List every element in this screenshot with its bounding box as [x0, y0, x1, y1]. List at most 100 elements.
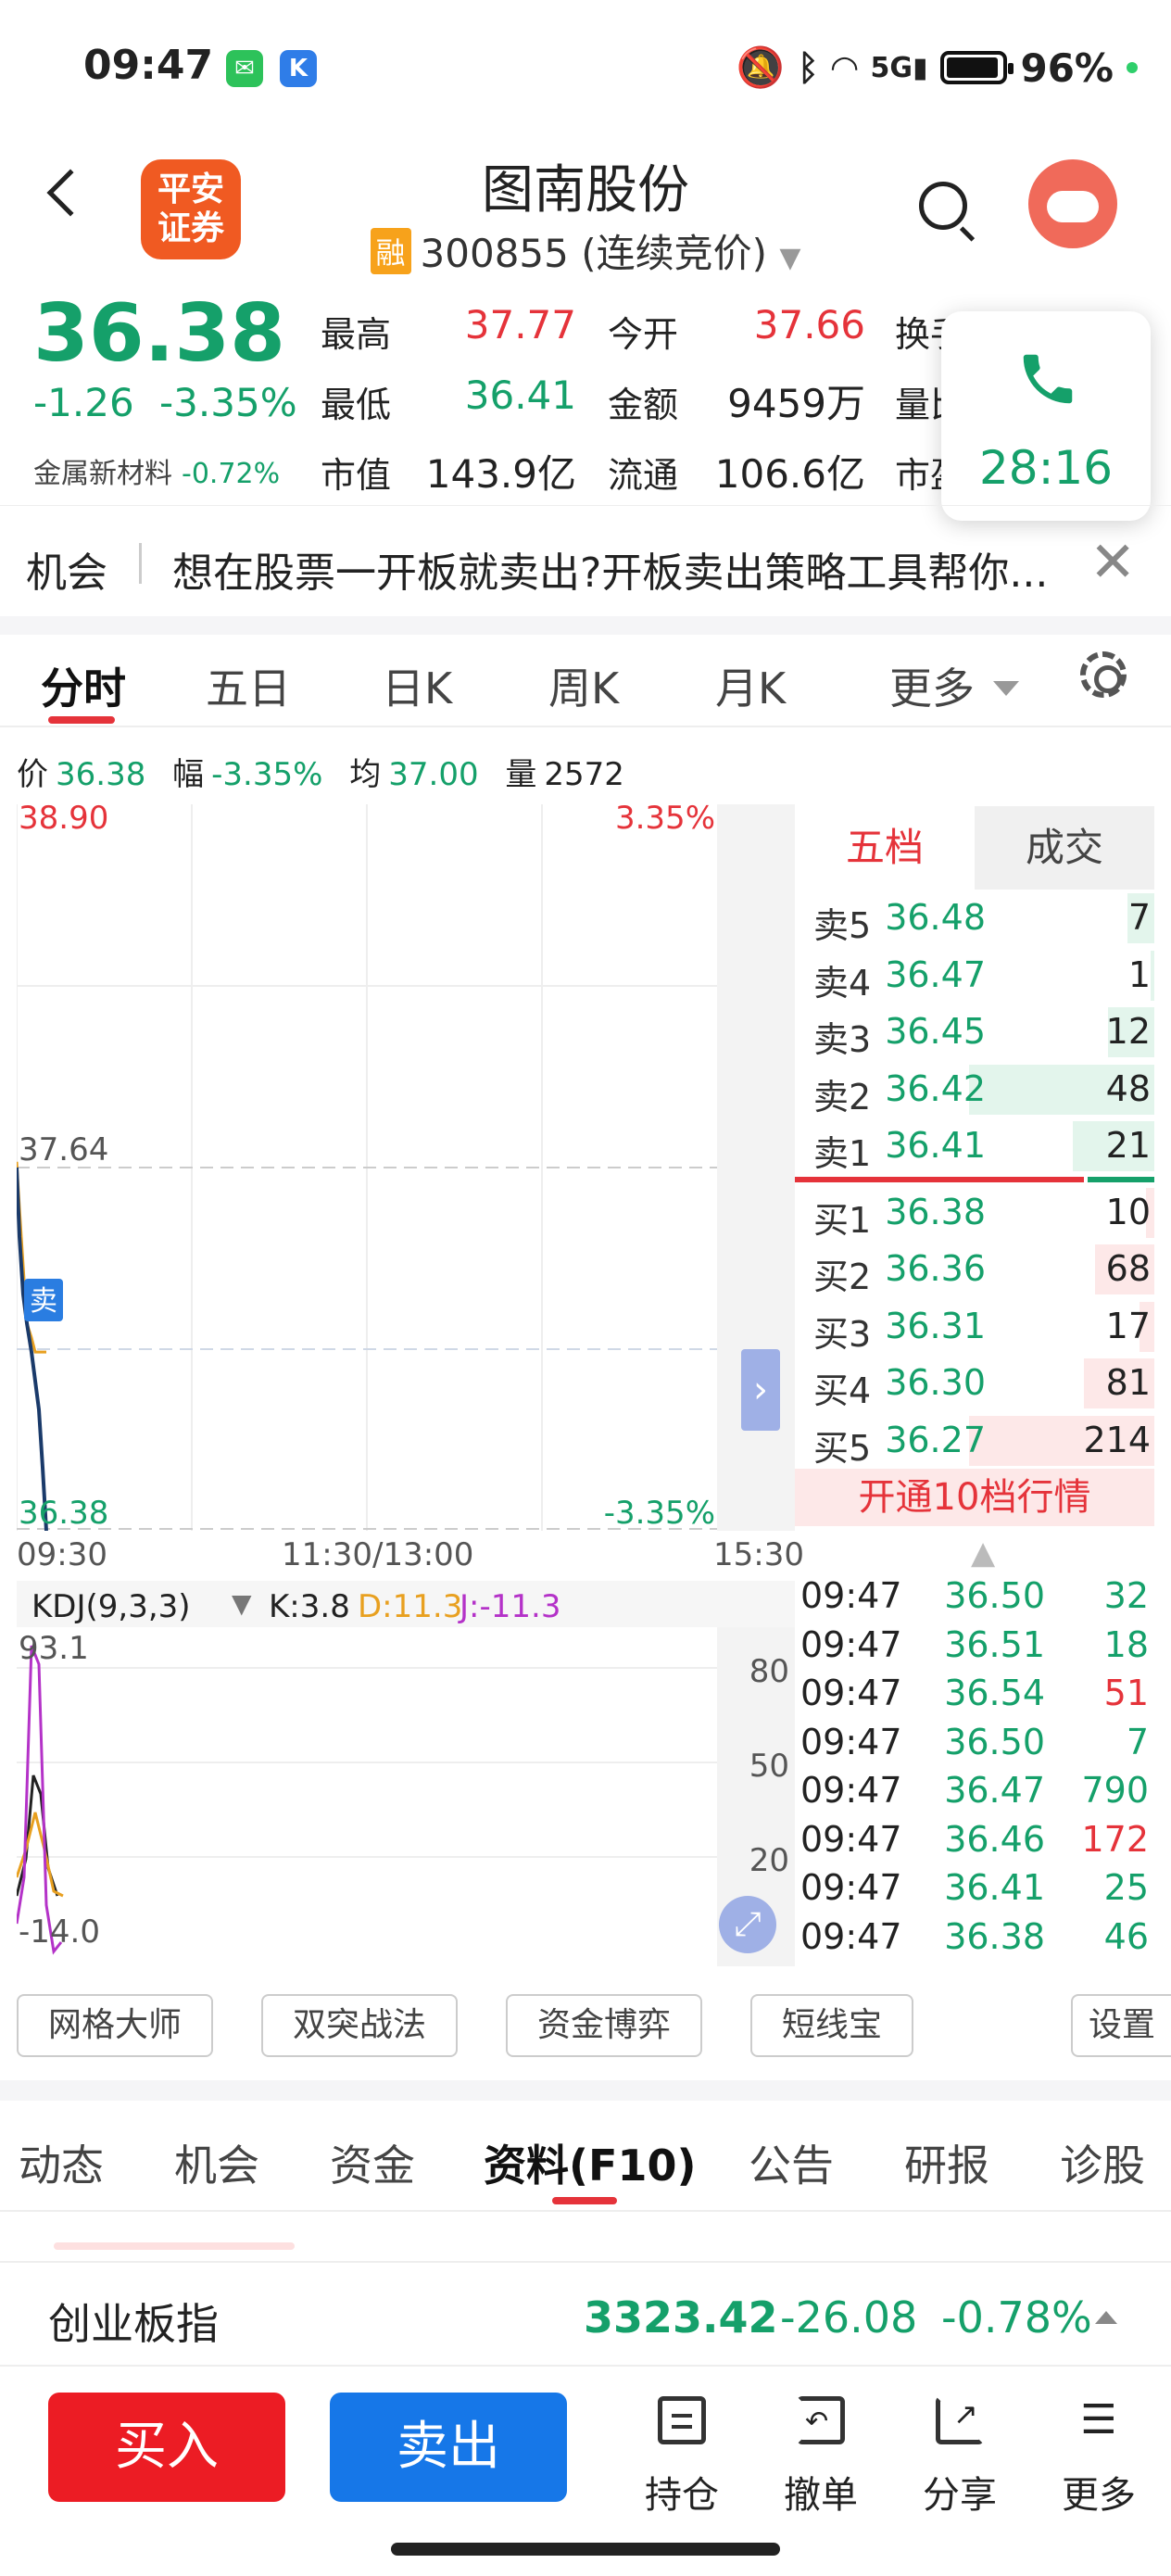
sector-name: 金属新材料 [33, 458, 172, 490]
level-label: 买3 [813, 1313, 872, 1355]
grid-master-button[interactable]: 网格大师 [17, 1994, 213, 2057]
tab-f10[interactable]: 资料(F10) [484, 2132, 696, 2193]
settings-button[interactable]: 设置 [1071, 1994, 1171, 2057]
stock-code-line[interactable]: 融 300855 (连续竞价) ▼ [0, 222, 1171, 279]
chevron-right-icon[interactable]: › [741, 1349, 780, 1431]
bid-level-row[interactable]: 买1 36.38 10 [795, 1184, 1154, 1242]
section-gap [0, 616, 1171, 635]
double-break-button[interactable]: 双突战法 [261, 1994, 458, 2057]
banner-divider [139, 543, 142, 584]
cancel-order-button[interactable]: ↶ 撤单 [765, 2396, 876, 2519]
y-top-label: 38.90 [19, 804, 108, 837]
trade-price: 36.51 [944, 1623, 1045, 1665]
level-price: 36.42 [885, 1067, 986, 1109]
tab-more-label: 更多 [889, 663, 975, 713]
kdj-header[interactable]: KDJ(9,3,3) ▼ K:3.8 D:11.3 J:-11.3 [17, 1581, 795, 1627]
trade-volume: 172 [1081, 1818, 1149, 1860]
level-volume: 17 [1105, 1305, 1151, 1346]
intraday-chart[interactable]: 38.90 3.35% 37.64 36.38 -3.35% 卖 [17, 804, 717, 1531]
book-divider [795, 1175, 1154, 1184]
intraday-info: 价 36.38 幅 -3.35% 均 37.00 量 2572 [17, 749, 641, 794]
tab-capital[interactable]: 资金 [330, 2132, 415, 2193]
label-amount: 金额 [608, 385, 679, 425]
tab-trades[interactable]: 成交 [975, 806, 1154, 890]
margin-badge: 融 [370, 228, 411, 274]
tab-five-levels[interactable]: 五档 [795, 806, 975, 890]
price-value: 36.38 [56, 756, 146, 793]
scroll-up-icon[interactable]: ▲ [971, 1534, 995, 1572]
settings-gear-icon[interactable] [1080, 651, 1127, 698]
time-axis-start: 09:30 [17, 1536, 107, 1573]
opportunity-banner[interactable]: 机会 想在股票一开板就卖出?开板卖出策略工具帮你... ✕ [0, 505, 1171, 616]
stock-header: 平安 证券 图南股份 融 300855 (连续竞价) ▼ [0, 139, 1171, 287]
tab-intraday[interactable]: 分时 [41, 655, 126, 716]
trade-time: 09:47 [800, 1673, 902, 1713]
value-mcap: 143.9亿 [425, 451, 576, 497]
fullscreen-icon[interactable]: ⤢ [719, 1896, 776, 1953]
kdj-name[interactable]: KDJ(9,3,3) [31, 1588, 191, 1625]
search-icon[interactable] [919, 182, 967, 230]
ask-level-row[interactable]: 卖5 36.48 7 [795, 890, 1154, 947]
level-volume: 12 [1105, 1011, 1151, 1052]
bid-level-row[interactable]: 买5 36.27 214 [795, 1412, 1154, 1470]
tab-diagnosis[interactable]: 诊股 [1060, 2132, 1145, 2193]
ask-level-row[interactable]: 卖2 36.42 48 [795, 1061, 1154, 1118]
kdj-chart[interactable]: 93.1 -14.0 [17, 1627, 717, 1966]
tab-weekly-k[interactable]: 周K [548, 655, 619, 716]
sector-info[interactable]: 金属新材料 -0.72% [33, 450, 280, 491]
sell-button[interactable]: 卖出 [330, 2393, 567, 2502]
index-ticker[interactable]: 创业板指 3323.42 -26.08 -0.78% [0, 2261, 1171, 2367]
ask-level-row[interactable]: 卖1 36.41 21 [795, 1118, 1154, 1175]
level-label: 买2 [813, 1256, 872, 1297]
expand-up-icon[interactable] [1095, 2311, 1117, 2324]
network-type: 5G [870, 51, 913, 84]
trade-volume: 25 [1103, 1867, 1149, 1908]
buy-button[interactable]: 买入 [48, 2393, 285, 2502]
call-overlay[interactable]: 28:16 [941, 311, 1151, 521]
index-change-pct: -0.78% [941, 2292, 1092, 2342]
share-label: 分享 [923, 2474, 997, 2517]
share-button[interactable]: ↗ 分享 [904, 2396, 1015, 2519]
short-term-button[interactable]: 短线宝 [750, 1994, 913, 2057]
bid-level-row[interactable]: 买4 36.30 81 [795, 1355, 1154, 1412]
tab-monthly-k[interactable]: 月K [715, 655, 786, 716]
tab-more[interactable]: 更多 [889, 655, 1019, 716]
bid-level-row[interactable]: 买3 36.31 17 [795, 1298, 1154, 1356]
ask-level-row[interactable]: 卖3 36.45 12 [795, 1004, 1154, 1061]
kdj-k: K:3.8 [269, 1588, 350, 1625]
more-button[interactable]: ☰ 更多 [1043, 2396, 1154, 2519]
home-indicator[interactable] [391, 2543, 780, 2556]
caret-down-icon [993, 681, 1019, 696]
index-name: 创业板指 [48, 2299, 219, 2349]
avg-label: 均 [349, 756, 382, 793]
banner-message[interactable]: 想在股票一开板就卖出?开板卖出策略工具帮你... [172, 539, 1048, 599]
trade-volume: 790 [1081, 1770, 1149, 1811]
tab-news[interactable]: 动态 [19, 2132, 104, 2193]
time-axis-mid: 11:30/13:00 [282, 1536, 474, 1573]
ask-level-row[interactable]: 卖4 36.47 1 [795, 947, 1154, 1004]
kdj-level-20: 20 [749, 1842, 789, 1879]
trade-ticks: 09:47 36.50 32 09:47 36.51 18 09:47 36.54 51 09:4… [795, 1575, 1154, 1964]
kdj-bottom-label: -14.0 [19, 1913, 100, 1951]
tab-five-day[interactable]: 五日 [206, 655, 291, 716]
caret-down-icon[interactable]: ▼ [232, 1588, 252, 1619]
bid-level-row[interactable]: 买2 36.36 68 [795, 1241, 1154, 1298]
tab-daily-k[interactable]: 日K [382, 655, 452, 716]
level-volume: 7 [1127, 897, 1151, 938]
close-icon[interactable]: ✕ [1089, 530, 1136, 595]
current-price: 36.38 [33, 287, 286, 380]
open-level10-button[interactable]: 开通10档行情 [795, 1469, 1154, 1526]
sell-marker-label: 卖 [30, 1285, 57, 1318]
battery-icon [940, 51, 1014, 84]
stock-name[interactable]: 图南股份 [0, 148, 1171, 223]
label-mcap: 市值 [321, 455, 392, 496]
tab-announcements[interactable]: 公告 [749, 2132, 834, 2193]
holdings-button[interactable]: 持仓 [626, 2396, 737, 2519]
tab-opportunity[interactable]: 机会 [174, 2132, 259, 2193]
capital-game-button[interactable]: 资金博弈 [506, 1994, 702, 2057]
trade-volume: 7 [1126, 1721, 1149, 1762]
tab-research[interactable]: 研报 [904, 2132, 989, 2193]
banner-tag: 机会 [26, 549, 107, 597]
trade-price: 36.38 [944, 1915, 1045, 1957]
assistant-avatar-icon[interactable] [1028, 159, 1117, 248]
